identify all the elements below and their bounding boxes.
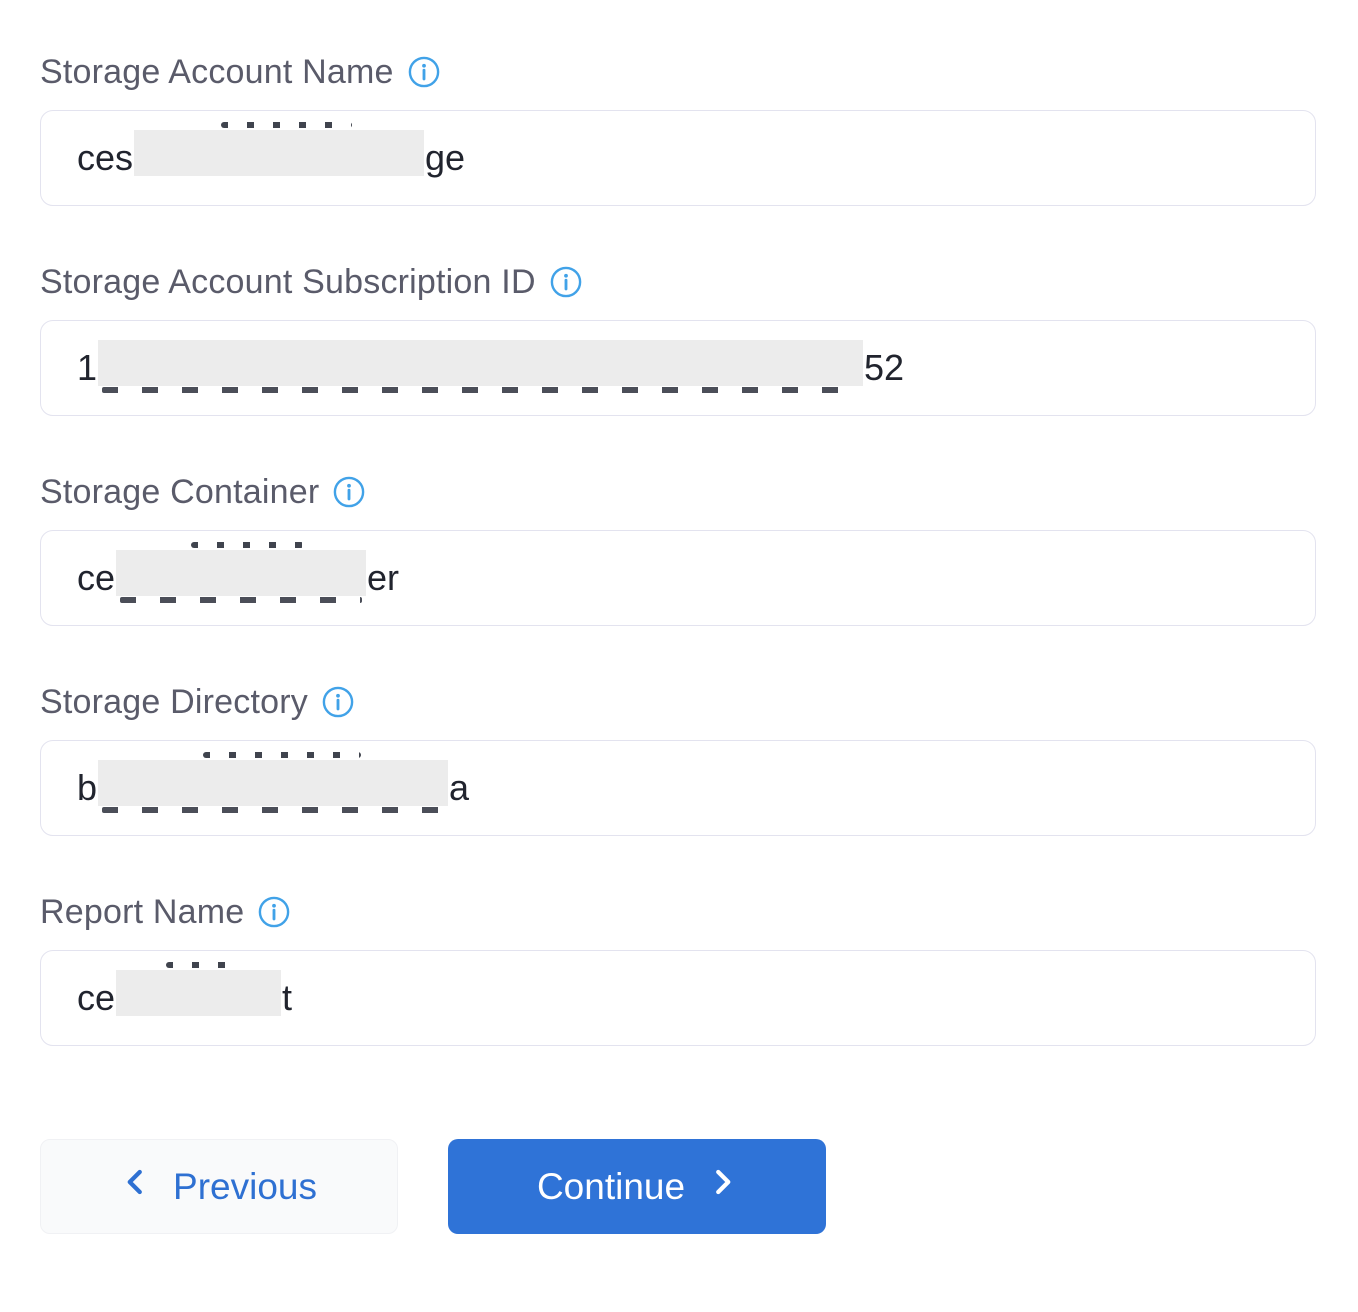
storage-container-input[interactable]: ce er [40,530,1316,626]
form-navigation-buttons: Previous Continue [40,1139,1318,1234]
field-label: Storage Container [40,472,319,512]
input-value-prefix: ce [77,557,115,599]
info-icon[interactable] [406,54,442,90]
field-label-row: Storage Account Name [40,52,1318,92]
previous-button[interactable]: Previous [40,1139,398,1234]
storage-settings-form: Storage Account Name ces ge Storage Accou… [0,0,1358,1312]
storage-account-name-input[interactable]: ces ge [40,110,1316,206]
input-value-suffix: ge [425,137,465,179]
field-label: Report Name [40,892,244,932]
input-value-prefix: b [77,767,97,809]
info-icon[interactable] [331,474,367,510]
report-name-input[interactable]: ce t [40,950,1316,1046]
field-label: Storage Directory [40,682,308,722]
storage-directory-input[interactable]: ba [40,740,1316,836]
redaction-bar [98,340,863,386]
input-value-suffix: t [282,977,292,1019]
field-label-row: Storage Account Subscription ID [40,262,1318,302]
info-icon[interactable] [320,684,356,720]
continue-button[interactable]: Continue [448,1139,826,1234]
field-report-name: Report Name ce t [40,892,1318,1046]
info-icon[interactable] [548,264,584,300]
field-storage-account-subscription-id: Storage Account Subscription ID 1 52 [40,262,1318,416]
previous-button-label: Previous [173,1166,317,1208]
input-value-prefix: ce [77,977,115,1019]
input-value-suffix: er [367,557,399,599]
chevron-right-icon [707,1165,737,1208]
input-value-suffix: a [449,767,469,809]
field-storage-container: Storage Container ce er [40,472,1318,626]
info-icon[interactable] [256,894,292,930]
redaction-bar [134,130,424,176]
redaction-bar [98,760,448,806]
field-storage-directory: Storage Directory ba [40,682,1318,836]
field-storage-account-name: Storage Account Name ces ge [40,52,1318,206]
field-label: Storage Account Subscription ID [40,262,536,302]
input-value-suffix: 52 [864,347,904,389]
redaction-bar [116,550,366,596]
continue-button-label: Continue [537,1166,685,1208]
storage-account-subscription-id-input[interactable]: 1 52 [40,320,1316,416]
input-value-prefix: 1 [77,347,97,389]
field-label: Storage Account Name [40,52,394,92]
input-value-prefix: ces [77,137,133,179]
field-label-row: Storage Directory [40,682,1318,722]
field-label-row: Storage Container [40,472,1318,512]
field-label-row: Report Name [40,892,1318,932]
redaction-bar [116,970,281,1016]
chevron-left-icon [121,1165,151,1208]
